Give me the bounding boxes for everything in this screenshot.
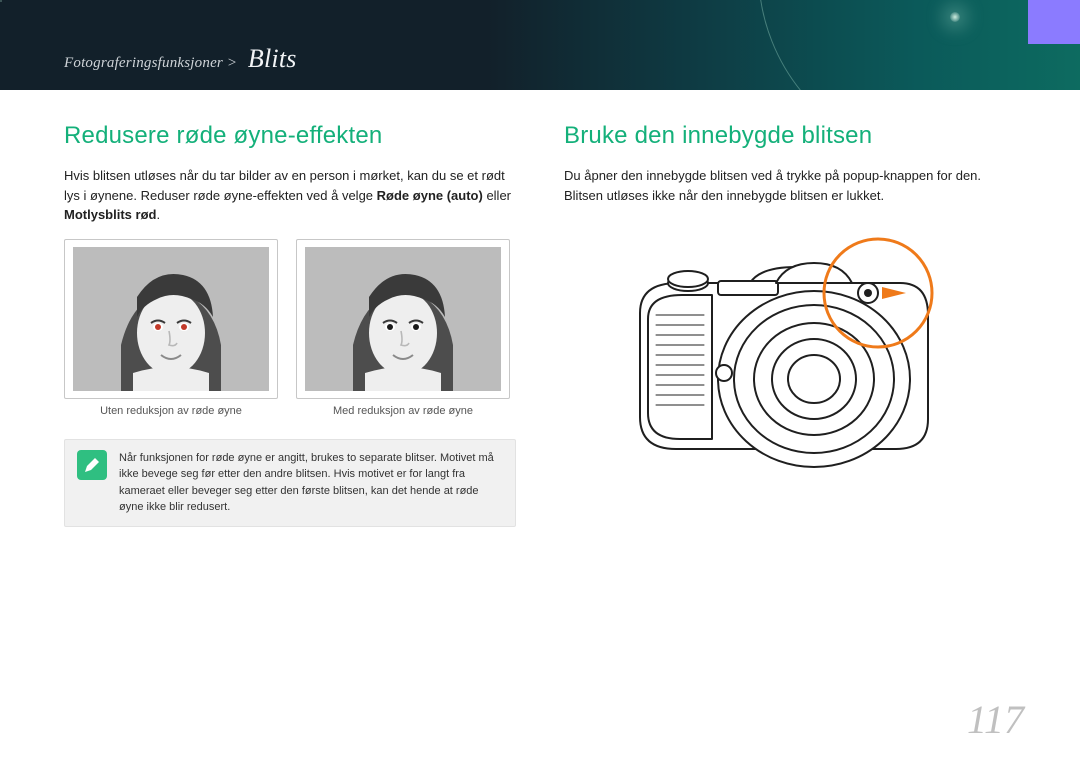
face-figure-row: Uten reduksjon av røde øyne <box>64 239 516 417</box>
right-heading: Bruke den innebygde blitsen <box>564 122 1016 150</box>
right-column: Bruke den innebygde blitsen Du åpner den… <box>564 122 1016 527</box>
face-illustration-fixed-eyes <box>305 247 501 391</box>
camera-illustration-wrap <box>564 223 1016 493</box>
right-eye-pupil <box>413 324 419 330</box>
face-figure-with: Med reduksjon av røde øyne <box>296 239 510 417</box>
pen-icon <box>77 450 107 480</box>
page-number: 117 <box>967 696 1024 743</box>
left-eye-pupil <box>387 324 393 330</box>
face-caption: Uten reduksjon av røde øyne <box>64 405 278 417</box>
breadcrumb-parent: Fotograferingsfunksjoner > <box>64 55 237 71</box>
content: Redusere røde øyne-effekten Hvis blitsen… <box>0 90 1080 527</box>
left-body-mid: eller <box>483 188 511 203</box>
left-body-end: . <box>156 207 160 222</box>
right-body: Du åpner den innebygde blitsen ved å try… <box>564 166 1016 205</box>
face-figure-without: Uten reduksjon av røde øyne <box>64 239 278 417</box>
camera-illustration <box>600 223 980 493</box>
left-eye-pupil <box>155 324 161 330</box>
face-caption: Med reduksjon av røde øyne <box>296 405 510 417</box>
banner-flare <box>950 12 960 22</box>
face-frame <box>64 239 278 399</box>
left-heading: Redusere røde øyne-effekten <box>64 122 516 150</box>
face-frame <box>296 239 510 399</box>
note-box: Når funksjonen for røde øyne er angitt, … <box>64 439 516 527</box>
header-banner: Fotograferingsfunksjoner > Blits <box>0 0 1080 90</box>
breadcrumb: Fotograferingsfunksjoner > Blits <box>64 44 297 74</box>
left-body: Hvis blitsen utløses når du tar bilder a… <box>64 166 516 225</box>
left-column: Redusere røde øyne-effekten Hvis blitsen… <box>64 122 516 527</box>
side-tab <box>1028 0 1080 44</box>
face-illustration-red-eyes <box>73 247 269 391</box>
note-text: Når funksjonen for røde øyne er angitt, … <box>119 450 503 516</box>
left-body-bold1: Røde øyne (auto) <box>377 188 483 203</box>
right-eye-pupil <box>181 324 187 330</box>
breadcrumb-current: Blits <box>248 44 297 73</box>
left-body-bold2: Motlysblits rød <box>64 207 156 222</box>
